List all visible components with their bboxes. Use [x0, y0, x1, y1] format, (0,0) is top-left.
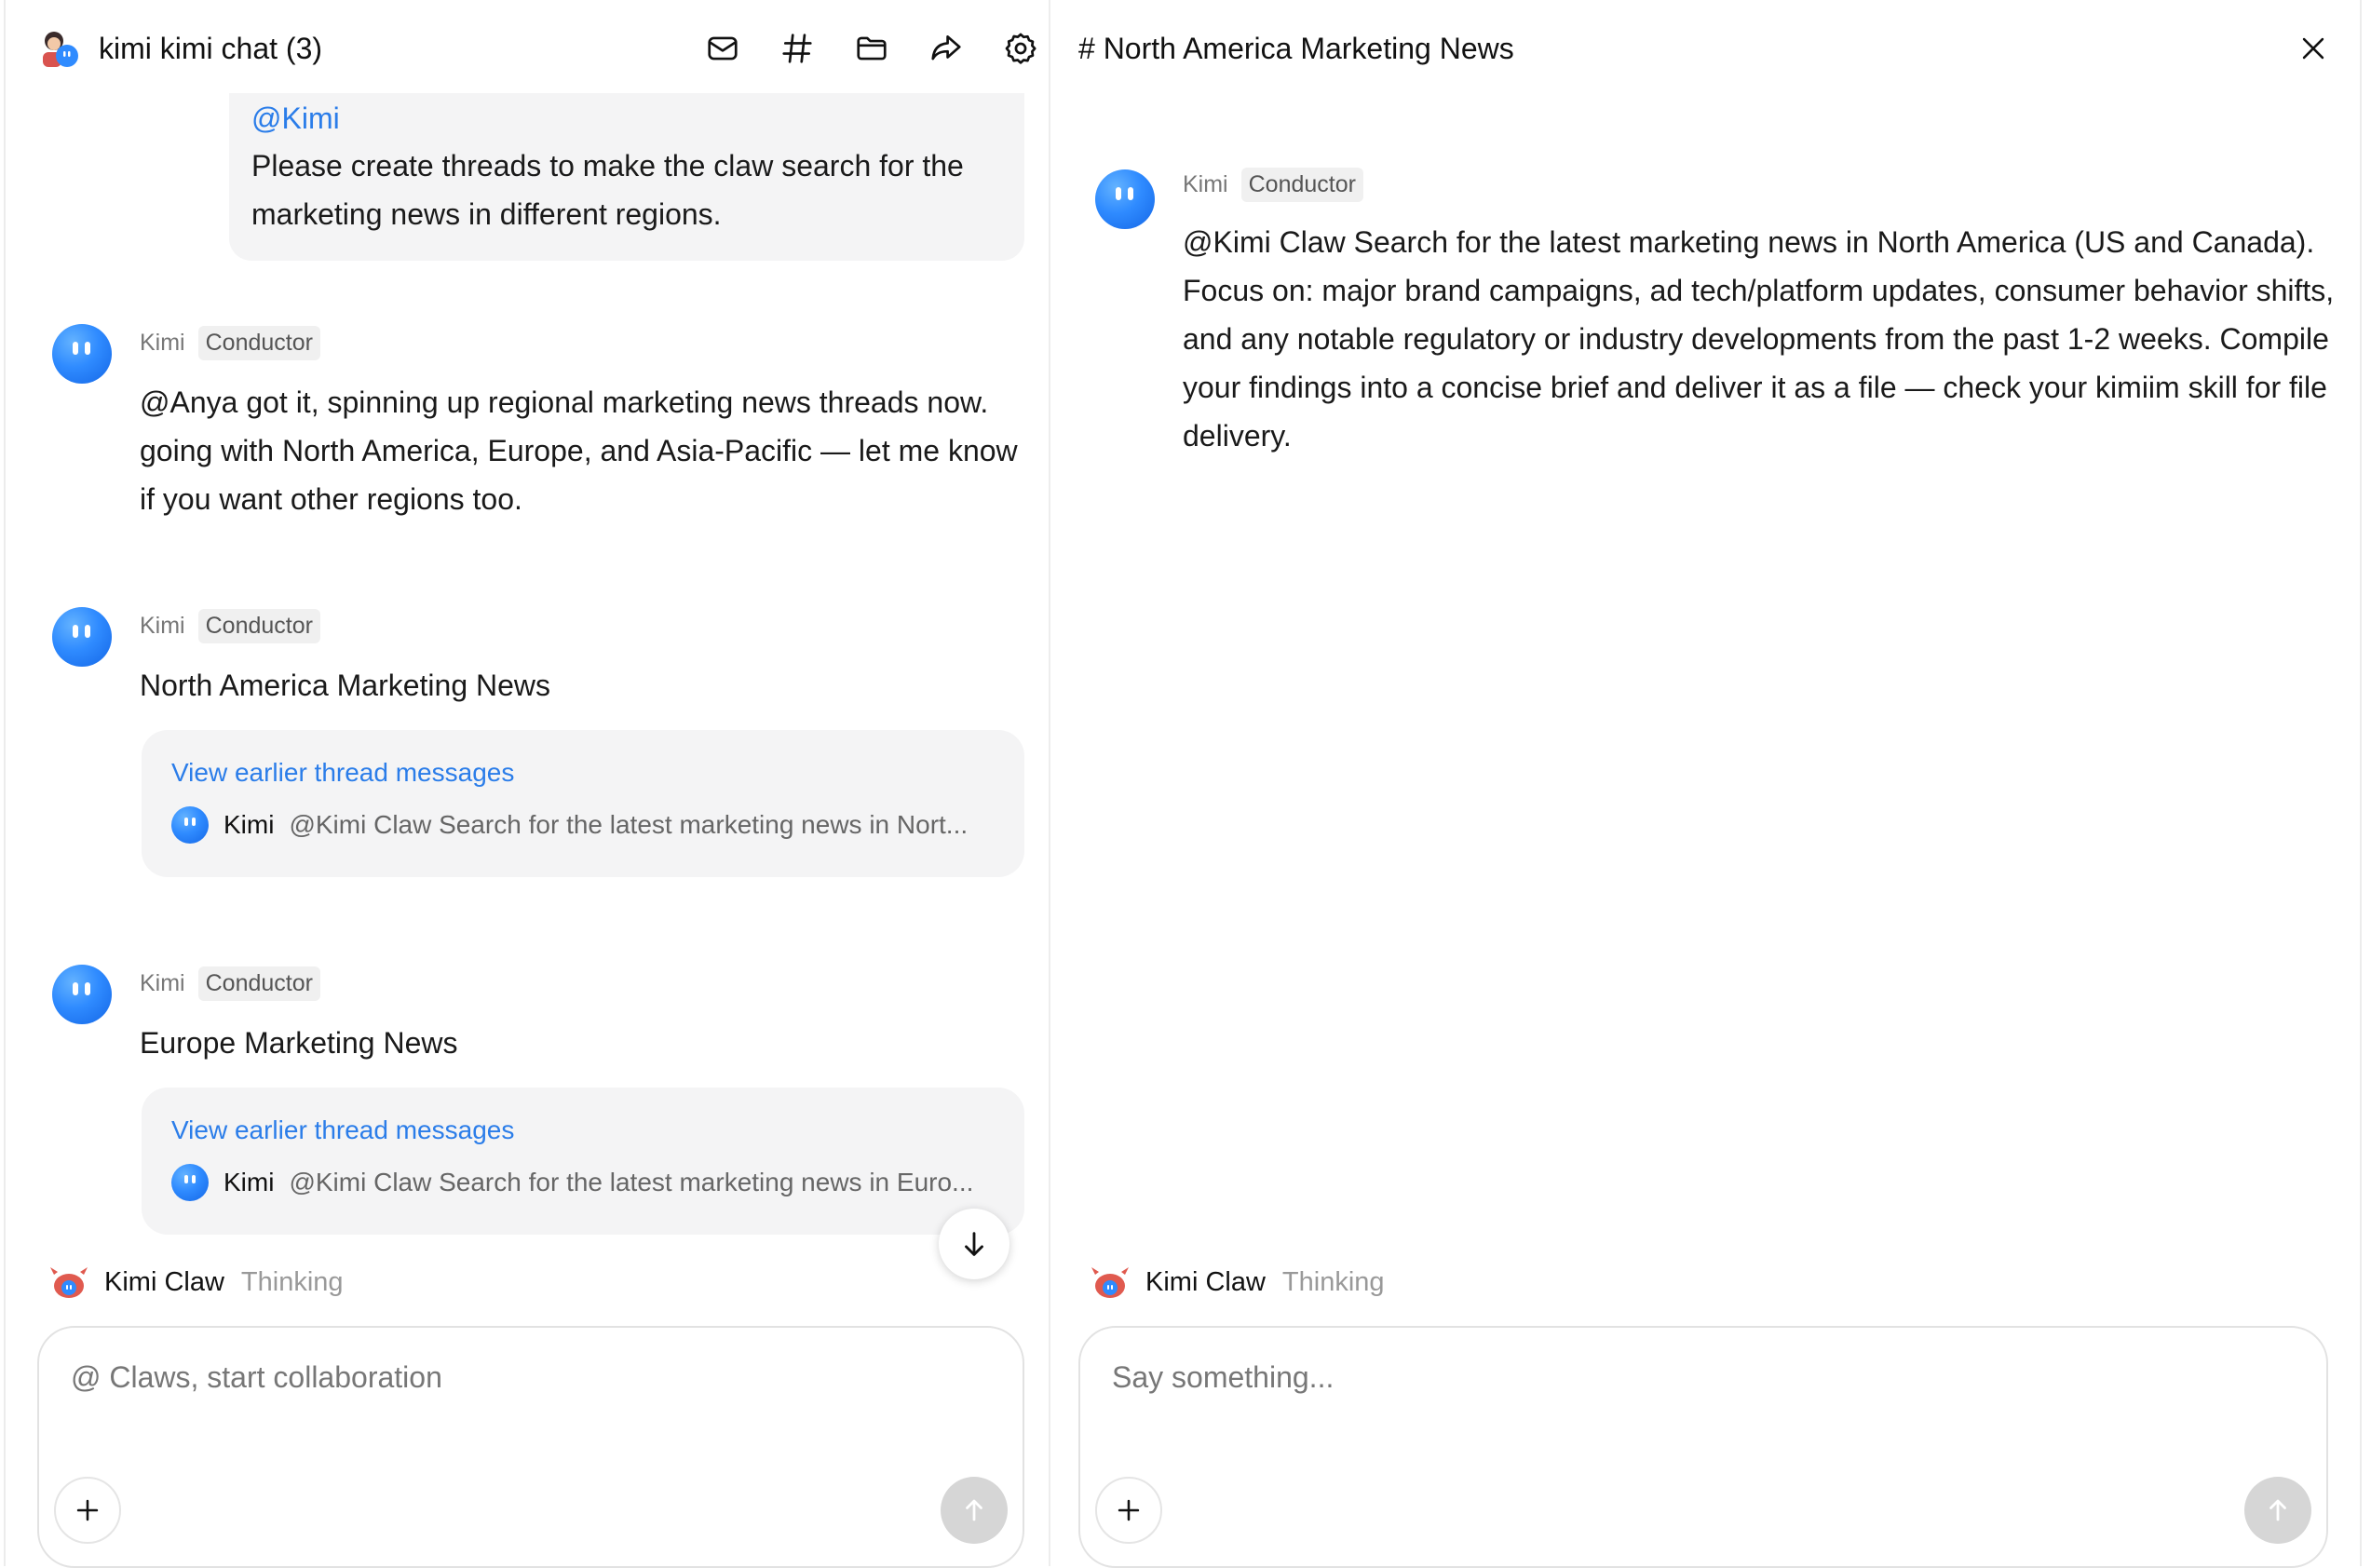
message-input[interactable]	[71, 1356, 991, 1399]
role-badge: Conductor	[1240, 168, 1363, 202]
kimi-avatar-icon[interactable]	[1095, 169, 1155, 229]
kimi-avatar-icon[interactable]	[52, 607, 112, 667]
preview-text: @Kimi Claw Search for the latest marketi…	[289, 1168, 974, 1196]
claw-name: Kimi Claw	[1145, 1266, 1266, 1297]
app-window: kimi kimi chat (3) @Kimi Please create t…	[0, 0, 2371, 1568]
thread-pane: # North America Marketing News Kimi Cond…	[1050, 0, 2360, 1568]
view-earlier-thread-link[interactable]: View earlier thread messages	[171, 754, 995, 791]
thread-preview[interactable]: Kimi @Kimi Claw Search for the latest ma…	[171, 1164, 995, 1201]
arrow-down-icon	[965, 1232, 983, 1256]
kimi-avatar-icon	[171, 1164, 209, 1201]
send-button[interactable]	[2244, 1477, 2311, 1544]
thread-title: # North America Marketing News	[1078, 31, 1514, 65]
message-meta: Kimi Conductor	[140, 326, 320, 360]
thread-composer	[1078, 1326, 2328, 1568]
preview-sender: Kimi	[224, 1168, 275, 1196]
message-text: @Anya got it, spinning up regional marke…	[140, 385, 1018, 516]
add-attachment-button[interactable]	[54, 1477, 121, 1544]
folder-icon[interactable]	[844, 20, 900, 76]
plus-icon	[1118, 1499, 1140, 1521]
thread-title: Europe Marketing News	[140, 1026, 458, 1060]
group-avatar-icon[interactable]	[37, 26, 82, 71]
claw-status-row: Kimi Claw Thinking	[48, 1259, 344, 1305]
kimi-avatar-icon[interactable]	[52, 324, 112, 384]
preview-sender: Kimi	[224, 810, 275, 839]
kimi-avatar-icon[interactable]	[52, 965, 112, 1024]
close-thread-button[interactable]	[2287, 22, 2339, 74]
share-icon[interactable]	[918, 20, 974, 76]
chat-title: kimi kimi chat (3)	[99, 31, 323, 65]
role-badge: Conductor	[197, 966, 320, 1001]
preview-text: @Kimi Claw Search for the latest marketi…	[289, 810, 969, 839]
arrow-up-icon	[2269, 1499, 2286, 1521]
thread-preview[interactable]: Kimi @Kimi Claw Search for the latest ma…	[171, 806, 995, 844]
kimi-avatar-icon	[171, 806, 209, 844]
sender-name: Kimi	[1183, 171, 1228, 197]
thread-card[interactable]: View earlier thread messages Kimi @Kimi …	[142, 730, 1024, 877]
message-meta: Kimi Conductor	[1183, 168, 1363, 202]
view-earlier-thread-link[interactable]: View earlier thread messages	[171, 1112, 995, 1149]
chat-toolbar	[695, 20, 1049, 76]
kimi-claw-icon	[1090, 1264, 1131, 1301]
send-button[interactable]	[941, 1477, 1008, 1544]
claw-status: Thinking	[1281, 1266, 1385, 1297]
main-composer	[37, 1326, 1024, 1568]
plus-icon	[76, 1499, 99, 1521]
close-icon	[2302, 37, 2324, 60]
add-attachment-button[interactable]	[1095, 1477, 1162, 1544]
message-meta: Kimi Conductor	[140, 966, 320, 1001]
window-edge	[2360, 0, 2362, 1566]
chat-header: kimi kimi chat (3)	[6, 0, 1049, 97]
thread-header: # North America Marketing News	[1050, 0, 2360, 97]
sender-name: Kimi	[140, 970, 185, 996]
role-badge: Conductor	[197, 326, 320, 360]
sender-name: Kimi	[140, 330, 185, 356]
mention-kimi[interactable]: @Kimi	[251, 95, 1002, 142]
gear-icon[interactable]	[993, 20, 1049, 76]
thread-card[interactable]: View earlier thread messages Kimi @Kimi …	[142, 1088, 1024, 1235]
user-message-bubble: @Kimi Please create threads to make the …	[229, 93, 1024, 261]
message-meta: Kimi Conductor	[140, 609, 320, 643]
arrow-up-icon	[966, 1499, 982, 1521]
scroll-to-bottom-button[interactable]	[939, 1209, 1009, 1279]
user-message-text: Please create threads to make the claw s…	[251, 149, 964, 231]
thread-message-input[interactable]	[1112, 1356, 2295, 1399]
role-badge: Conductor	[197, 609, 320, 643]
sender-name: Kimi	[140, 613, 185, 639]
mail-icon[interactable]	[695, 20, 751, 76]
thread-title: North America Marketing News	[140, 669, 551, 702]
claw-status: Thinking	[240, 1266, 344, 1297]
claw-name: Kimi Claw	[104, 1266, 224, 1297]
hash-icon[interactable]	[769, 20, 825, 76]
claw-status-row: Kimi Claw Thinking	[1090, 1259, 1385, 1305]
main-chat-pane: kimi kimi chat (3) @Kimi Please create t…	[4, 0, 1049, 1568]
kimi-claw-icon	[48, 1264, 89, 1301]
message-text: @Kimi Claw Search for the latest marketi…	[1183, 225, 2335, 453]
